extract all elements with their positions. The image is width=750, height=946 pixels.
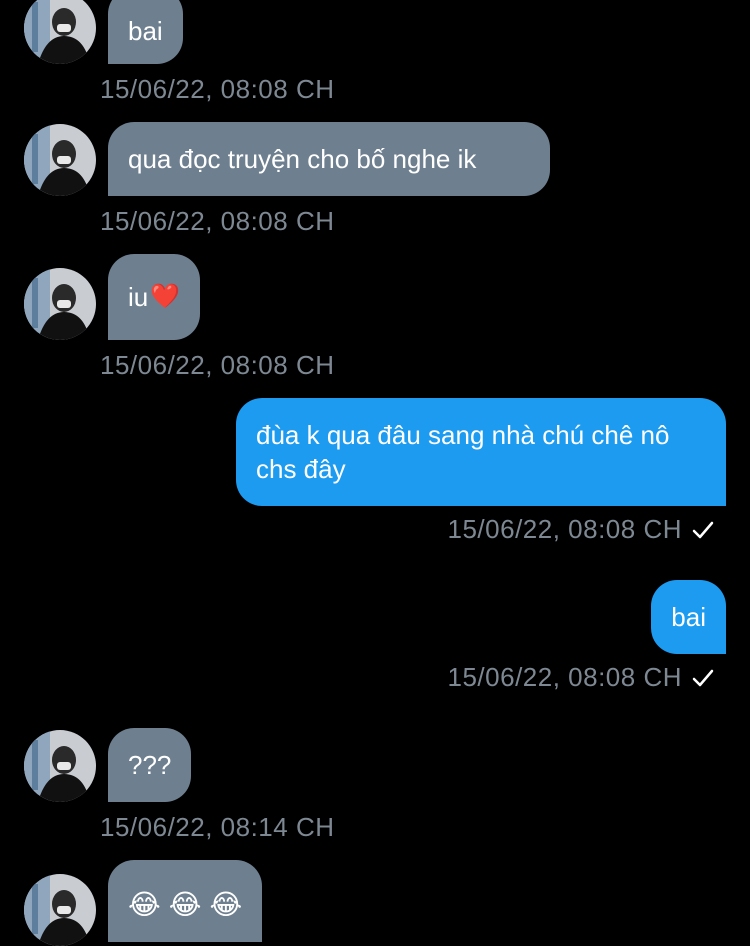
message-timestamp: 15/06/22, 08:08 CH bbox=[100, 350, 335, 380]
message-timestamp: 15/06/22, 08:08 CH bbox=[100, 74, 335, 104]
message-timestamp: 15/06/22, 08:08 CH bbox=[448, 514, 715, 545]
avatar-image bbox=[24, 124, 96, 196]
outgoing-message-bubble[interactable]: đùa k qua đâu sang nhà chú chê nô chs đâ… bbox=[236, 398, 726, 506]
message-text: ??? bbox=[128, 750, 172, 780]
message-text: qua đọc truyện cho bố nghe ik bbox=[128, 144, 477, 174]
laughing-emoji: 😂 bbox=[168, 889, 202, 920]
incoming-message-bubble[interactable]: bai bbox=[108, 0, 183, 64]
timestamp-text: 15/06/22, 08:08 CH bbox=[447, 514, 682, 544]
outgoing-message-bubble[interactable]: bai bbox=[651, 580, 726, 654]
incoming-message-bubble[interactable]: iu ❤️ bbox=[108, 254, 201, 340]
incoming-message-bubble[interactable]: 😂 😂 😂 bbox=[108, 860, 263, 942]
message-text: bai bbox=[671, 602, 706, 632]
avatar-image bbox=[24, 730, 96, 802]
avatar-image bbox=[24, 0, 96, 64]
message-text: bai bbox=[128, 16, 163, 46]
laughing-emoji: 😂 bbox=[128, 889, 161, 920]
check-icon bbox=[692, 521, 714, 538]
heart-emoji: ❤️ bbox=[150, 283, 181, 310]
avatar[interactable] bbox=[24, 0, 96, 64]
timestamp-text: 15/06/22, 08:08 CH bbox=[447, 662, 682, 692]
message-text: đùa k qua đâu sang nhà chú chê nô chs đâ… bbox=[256, 420, 670, 484]
laughing-emoji: 😂 bbox=[209, 889, 243, 920]
check-icon bbox=[692, 669, 714, 686]
avatar[interactable] bbox=[24, 874, 96, 946]
avatar[interactable] bbox=[24, 124, 96, 196]
message-text: iu bbox=[128, 282, 149, 312]
emoji-group: 😂 😂 😂 bbox=[128, 888, 242, 922]
message-timestamp: 15/06/22, 08:08 CH bbox=[100, 206, 335, 236]
message-timestamp: 15/06/22, 08:14 CH bbox=[100, 812, 335, 842]
avatar[interactable] bbox=[24, 730, 96, 802]
message-timestamp: 15/06/22, 08:08 CH bbox=[448, 662, 715, 693]
incoming-message-bubble[interactable]: qua đọc truyện cho bố nghe ik bbox=[108, 122, 550, 196]
avatar-image bbox=[24, 268, 96, 340]
incoming-message-bubble[interactable]: ??? bbox=[108, 728, 192, 802]
avatar-image bbox=[24, 874, 96, 946]
avatar[interactable] bbox=[24, 268, 96, 340]
